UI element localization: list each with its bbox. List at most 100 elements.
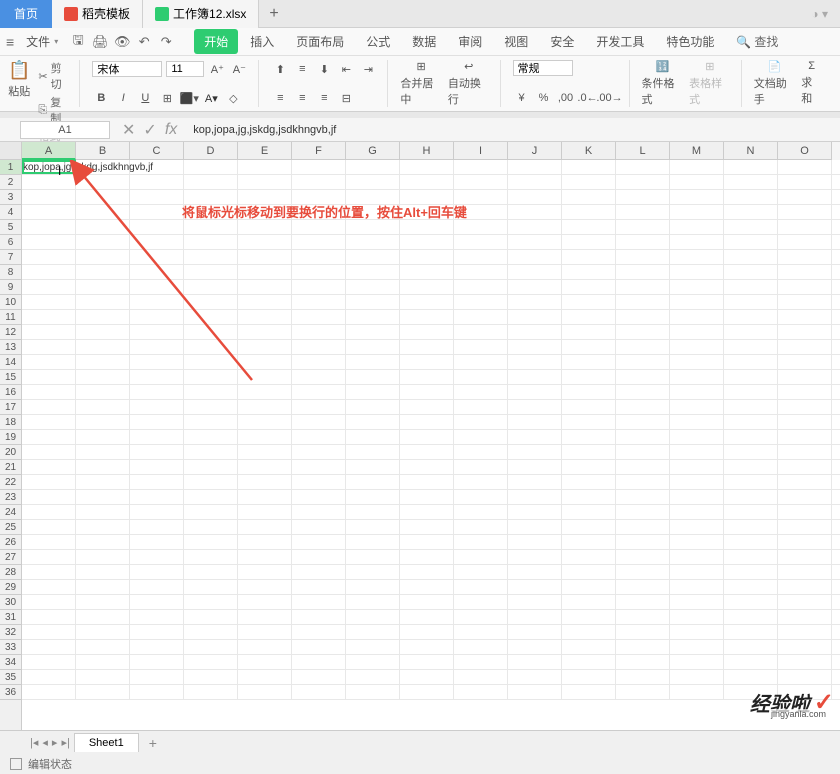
cell[interactable] [724,310,778,324]
tab-options-icon[interactable]: ◑ ▾ [811,7,828,21]
cell[interactable] [778,490,832,504]
sheet-next-icon[interactable]: ▸ [52,736,58,749]
cell[interactable] [562,535,616,549]
cell[interactable] [562,655,616,669]
cell[interactable] [778,370,832,384]
save-icon[interactable]: 🖫 [70,34,86,50]
cell[interactable] [238,580,292,594]
cell[interactable] [454,430,508,444]
cell[interactable] [238,520,292,534]
cell[interactable] [76,415,130,429]
cell[interactable] [724,235,778,249]
cond-format-button[interactable]: 🔢 条件格式 [642,60,684,107]
cell[interactable] [724,625,778,639]
cell[interactable] [400,535,454,549]
cell[interactable] [616,160,670,174]
cell[interactable] [346,235,400,249]
cell[interactable] [778,475,832,489]
cell[interactable] [616,325,670,339]
row-header-16[interactable]: 16 [0,385,21,400]
cell[interactable] [778,460,832,474]
cell[interactable] [562,250,616,264]
cell[interactable] [670,385,724,399]
cell[interactable] [22,550,76,564]
cell[interactable] [238,550,292,564]
cell[interactable] [508,280,562,294]
cell[interactable] [292,430,346,444]
col-header-l[interactable]: L [616,142,670,160]
cell[interactable] [778,310,832,324]
cell[interactable] [778,250,832,264]
cell[interactable] [778,565,832,579]
cell[interactable] [778,340,832,354]
cell[interactable] [616,565,670,579]
ribbon-tab-start[interactable]: 开始 [194,29,238,54]
cell[interactable] [724,385,778,399]
cell[interactable] [454,655,508,669]
cell[interactable] [724,640,778,654]
col-header-a[interactable]: A [22,142,76,160]
cell[interactable] [130,415,184,429]
cell[interactable] [292,355,346,369]
currency-icon[interactable]: ¥ [513,89,531,107]
cell[interactable] [778,550,832,564]
row-header-13[interactable]: 13 [0,340,21,355]
cell[interactable] [22,595,76,609]
cell[interactable] [778,325,832,339]
wrap-button[interactable]: ↩ 自动换行 [448,60,490,107]
row-header-20[interactable]: 20 [0,445,21,460]
cell[interactable] [238,655,292,669]
cell[interactable] [346,565,400,579]
cell[interactable] [292,325,346,339]
cell[interactable] [400,415,454,429]
row-header-14[interactable]: 14 [0,355,21,370]
select-all-corner[interactable] [0,142,22,160]
cell[interactable] [76,655,130,669]
cell[interactable] [76,520,130,534]
cell[interactable] [238,640,292,654]
cell[interactable] [508,400,562,414]
align-bottom-icon[interactable]: ⬇ [315,60,333,78]
formula-input[interactable]: kop,jopa,jg,jskdg,jsdkhngvb,jf [189,122,840,138]
cell[interactable] [454,160,508,174]
cell[interactable] [562,445,616,459]
row-header-8[interactable]: 8 [0,265,21,280]
cell[interactable] [778,220,832,234]
ribbon-tab-special[interactable]: 特色功能 [656,29,724,54]
name-box[interactable] [20,121,110,139]
cell[interactable] [778,520,832,534]
cell[interactable] [454,475,508,489]
merge-button[interactable]: ⊞ 合并居中 [400,60,442,107]
cell[interactable] [346,490,400,504]
cell[interactable] [778,400,832,414]
row-header-23[interactable]: 23 [0,490,21,505]
cell[interactable] [454,625,508,639]
cell[interactable] [400,610,454,624]
cell[interactable] [292,400,346,414]
cell[interactable] [346,505,400,519]
cell[interactable] [670,370,724,384]
cell[interactable] [724,655,778,669]
cell[interactable] [184,580,238,594]
cell[interactable] [454,385,508,399]
row-header-1[interactable]: 1 [0,160,21,175]
cell[interactable] [670,655,724,669]
cell[interactable] [670,355,724,369]
cell[interactable] [778,580,832,594]
row-header-26[interactable]: 26 [0,535,21,550]
cell[interactable] [454,280,508,294]
cell[interactable] [562,295,616,309]
cell[interactable] [562,175,616,189]
row-header-19[interactable]: 19 [0,430,21,445]
row-header-18[interactable]: 18 [0,415,21,430]
cell[interactable] [346,325,400,339]
cell[interactable] [670,175,724,189]
cell[interactable] [346,610,400,624]
tab-home[interactable]: 首页 [0,0,52,28]
cell[interactable] [508,445,562,459]
cell[interactable] [616,265,670,279]
cell[interactable] [616,670,670,684]
cancel-icon[interactable]: ✕ [122,120,135,140]
cell[interactable] [508,625,562,639]
col-header-g[interactable]: G [346,142,400,160]
